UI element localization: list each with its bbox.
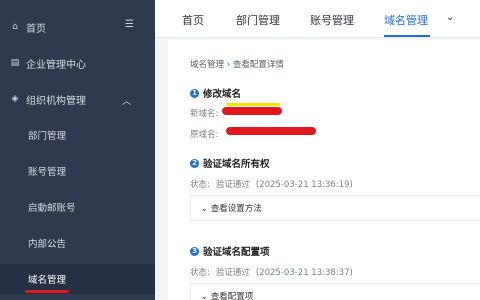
ownership-status-row: 状态: 验证通过 (2025-03-21 13:36:19) xyxy=(190,178,353,190)
chevron-down-icon[interactable]: ⌄ xyxy=(446,12,454,23)
redacted-new-domain xyxy=(222,107,282,115)
org-icon: ◈ xyxy=(11,94,19,104)
chevron-up-icon[interactable]: ︿ xyxy=(122,94,131,107)
home-icon: ⌂ xyxy=(12,22,18,32)
breadcrumb-separator: › xyxy=(226,60,231,70)
chevron-down-icon: ⌄ xyxy=(201,203,208,213)
status-label: 状态: xyxy=(190,268,210,278)
status-value: 验证通过 xyxy=(215,268,250,278)
sidebar-item-label: 域名管理 xyxy=(28,275,67,286)
sidebar-item-enterprise-center[interactable]: ▤ 企业管理中心 xyxy=(0,49,155,77)
step-title: 验证域名所有权 xyxy=(203,159,270,170)
expander-label: 查看设置方法 xyxy=(210,204,262,214)
new-domain-label: 新域名: xyxy=(190,109,219,119)
redacted-old-domain xyxy=(226,127,316,135)
sidebar-item-announcements[interactable]: 内部公告 xyxy=(0,229,155,257)
sidebar-item-accounts[interactable]: 账号管理 xyxy=(0,157,155,185)
step-verify-config: 3 验证域名配置项 xyxy=(190,244,270,258)
status-label: 状态: xyxy=(190,180,210,190)
sidebar-item-label: 账号管理 xyxy=(28,167,67,178)
top-nav: 首页 部门管理 账号管理 域名管理 ⌄ xyxy=(155,0,480,38)
sidebar-item-label: 组织机构管理 xyxy=(26,95,86,107)
status-value: 验证通过 xyxy=(215,180,250,190)
new-domain-row: 新域名: xyxy=(190,107,218,119)
sidebar-item-domain-management[interactable]: 域名管理 xyxy=(0,264,155,294)
step-modify-domain: 1 修改域名 xyxy=(190,86,241,100)
step-number: 2 xyxy=(190,158,199,168)
sidebar-item-label: 内部公告 xyxy=(28,239,67,250)
step-title: 修改域名 xyxy=(203,89,242,100)
active-tab-indicator xyxy=(384,35,430,37)
tab-home[interactable]: 首页 xyxy=(182,12,204,28)
chevron-down-icon: ⌄ xyxy=(201,291,208,300)
breadcrumb-root[interactable]: 域名管理 xyxy=(190,60,224,70)
status-timestamp: (2025-03-21 13:36:19) xyxy=(255,180,353,190)
config-status-row: 状态: 验证通过 (2025-03-21 13:38:37) xyxy=(190,266,353,278)
step-number: 3 xyxy=(190,246,199,256)
sidebar-item-label: 启動邮账号 xyxy=(28,203,76,214)
sidebar-item-label: 首页 xyxy=(26,23,46,35)
main-panel: 域名管理 › 查看配置详情 1 修改域名 新域名: 原域名: 2 验证域名所有权… xyxy=(168,40,480,300)
breadcrumb: 域名管理 › 查看配置详情 xyxy=(190,58,284,70)
status-timestamp: (2025-03-21 13:38:37) xyxy=(255,268,353,278)
step-title: 验证域名配置项 xyxy=(203,247,270,258)
view-setup-method-expander[interactable]: ⌄ 查看设置方法 xyxy=(190,195,480,221)
redaction-highlight xyxy=(226,103,280,106)
old-domain-label: 原域名: xyxy=(190,130,219,140)
redaction-mark xyxy=(25,290,69,293)
sidebar-item-departments[interactable]: 部门管理 xyxy=(0,121,155,149)
menu-collapse-icon[interactable]: ☰ xyxy=(125,20,135,30)
breadcrumb-current: 查看配置详情 xyxy=(232,60,284,70)
sidebar-item-label: 企业管理中心 xyxy=(26,59,86,71)
tab-departments[interactable]: 部门管理 xyxy=(236,12,280,28)
old-domain-row: 原域名: xyxy=(190,128,218,140)
sidebar: ⌂ 首页 ☰ ▤ 企业管理中心 ◈ 组织机构管理 ︿ 部门管理 账号管理 启動邮… xyxy=(0,0,155,300)
expander-label: 查看配置项 xyxy=(210,292,254,300)
step-verify-ownership: 2 验证域名所有权 xyxy=(190,156,270,170)
sidebar-item-label: 部门管理 xyxy=(28,131,67,142)
view-config-items-expander[interactable]: ⌄ 查看配置项 xyxy=(190,283,480,300)
tab-domain-management[interactable]: 域名管理 xyxy=(384,12,428,28)
sidebar-item-org-management[interactable]: ◈ 组织机构管理 xyxy=(0,85,155,113)
step-number: 1 xyxy=(190,88,199,98)
sidebar-item-mail-account[interactable]: 启動邮账号 xyxy=(0,193,155,221)
tab-accounts[interactable]: 账号管理 xyxy=(310,12,354,28)
building-icon: ▤ xyxy=(10,58,20,68)
